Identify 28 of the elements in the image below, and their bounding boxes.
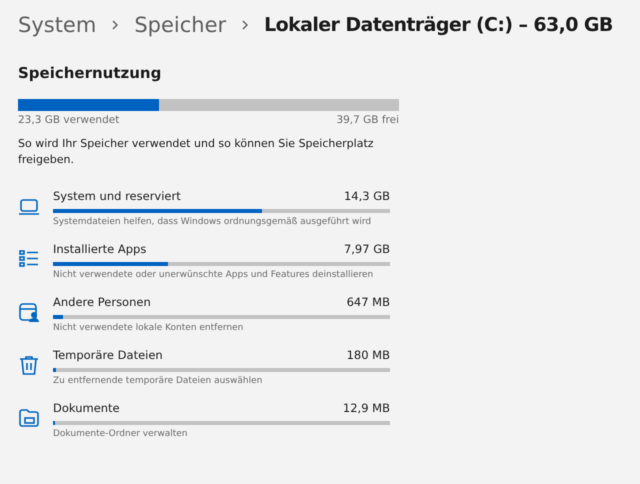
section-title: Speichernutzung — [18, 64, 162, 82]
category-hint: Systemdateien helfen, dass Windows ordnungsgemäß ausgeführt wird — [53, 216, 372, 228]
breadcrumb-link[interactable]: Speicher — [134, 13, 226, 37]
category-name[interactable]: Installierte Apps — [53, 242, 146, 256]
chevron-icon — [240, 19, 250, 31]
chevron-icon — [110, 19, 120, 31]
category-hint: Zu entfernende temporäre Dateien auswählen — [53, 375, 264, 387]
category-size: 14,3 GB — [344, 189, 390, 203]
account-icon — [18, 301, 40, 323]
category-name[interactable]: Temporäre Dateien — [53, 348, 163, 362]
category-name[interactable]: Andere Personen — [53, 295, 151, 309]
description: So wird Ihr Speicher verwendet und so können Sie Speicherplatz freigeben. — [18, 136, 375, 168]
category-name[interactable]: System und reserviert — [53, 189, 181, 203]
category-hint: Nicht verwendete oder unerwünschte Apps und Features deinstallieren — [53, 269, 374, 281]
category-hint: Nicht verwendete lokale Konten entfernen — [53, 322, 244, 334]
list-icon — [18, 248, 40, 270]
used-label: 23,3 GB verwendet — [18, 114, 120, 126]
folder-icon — [18, 407, 40, 429]
category-size: 180 MB — [346, 348, 390, 362]
free-label: 39,7 GB frei — [336, 114, 399, 126]
page-title: Lokaler Datenträger (C:) – 63,0 GB — [264, 14, 613, 36]
category-size: 12,9 MB — [342, 401, 390, 415]
category-size: 647 MB — [346, 295, 390, 309]
trash-icon — [18, 354, 40, 376]
category-size: 7,97 GB — [344, 242, 390, 256]
breadcrumb-link[interactable]: System — [18, 13, 96, 37]
category-hint: Dokumente-Ordner verwalten — [53, 428, 188, 440]
category-name[interactable]: Dokumente — [53, 401, 120, 415]
